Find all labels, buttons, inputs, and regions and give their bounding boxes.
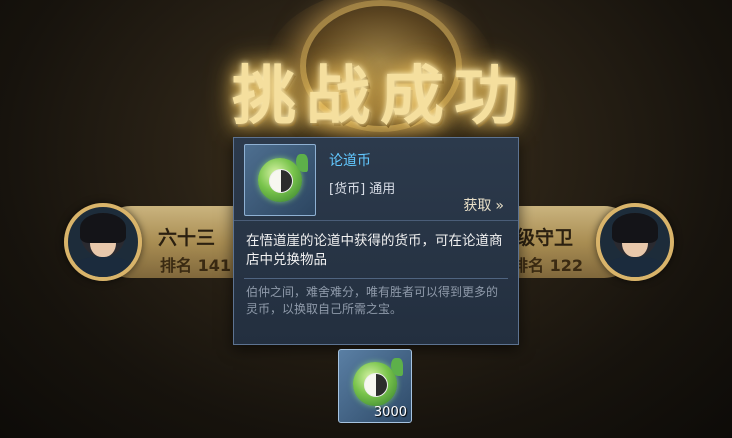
left-rank-value: 141	[197, 256, 231, 275]
right-player-avatar[interactable]	[596, 203, 674, 281]
left-player-name: 六十三	[158, 227, 216, 249]
item-tooltip: 论道币 [货币] 通用 获取» 在悟道崖的论道中获得的货币，可在论道商店中兑换物…	[233, 137, 519, 345]
reward-item-slot[interactable]: 3000	[338, 349, 412, 423]
item-icon-frame	[244, 144, 316, 216]
item-type: [货币] 通用	[329, 182, 396, 197]
divider	[244, 278, 508, 279]
daoist-coin-icon	[353, 358, 403, 406]
item-flavor-text: 伯仲之间，难舍难分，唯有胜者可以得到更多的灵币，以换取自己所需之宝。	[246, 285, 499, 316]
reward-quantity: 3000	[373, 405, 407, 420]
left-player-rank: 排名 141	[160, 252, 231, 276]
right-player-name: 级守卫	[516, 227, 574, 249]
left-rank-label: 排名	[160, 256, 193, 275]
left-player-avatar[interactable]	[64, 203, 142, 281]
item-name: 论道币	[329, 153, 371, 169]
obtain-button[interactable]: 获取»	[463, 195, 504, 215]
obtain-label: 获取	[463, 198, 492, 214]
item-description: 在悟道崖的论道中获得的货币，可在论道商店中兑换物品	[246, 233, 503, 268]
daoist-coin-icon	[258, 154, 308, 202]
right-player-rank: 排名 122	[512, 252, 583, 276]
right-rank-value: 122	[549, 256, 583, 275]
tooltip-header: 论道币 [货币] 通用 获取»	[234, 138, 518, 221]
challenge-success-title: 挑战成功	[232, 59, 528, 134]
double-chevron-right-icon: »	[495, 198, 504, 214]
